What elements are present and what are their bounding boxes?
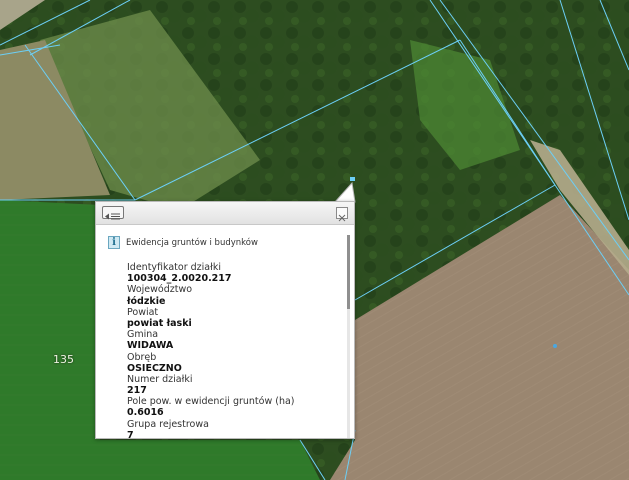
field-label: Pole pow. w ewidencji gruntów (ha) xyxy=(127,396,295,408)
field-value: WIDAWA xyxy=(127,340,174,352)
field-value: 0.6016 xyxy=(127,407,164,419)
field-label: Powiat xyxy=(127,306,159,318)
field-value: OSIECZNO xyxy=(127,362,182,374)
close-icon[interactable] xyxy=(336,207,348,222)
popup-body: i Ewidencja gruntów i budynków Identyfik… xyxy=(96,225,354,438)
popup-scrollbar-thumb[interactable] xyxy=(347,235,350,309)
popup-scrollbar[interactable] xyxy=(347,235,350,438)
layer-title: Ewidencja gruntów i budynków xyxy=(126,237,258,248)
field-label: Numer działki xyxy=(127,373,193,385)
field-label: Województwo xyxy=(127,284,193,296)
field-label: Gmina xyxy=(127,329,159,341)
popup-header xyxy=(96,202,354,225)
list-icon[interactable] xyxy=(102,206,124,220)
field-value: 7 xyxy=(127,429,134,438)
attribute-list: Identyfikator działki 100304_2.0020.217 … xyxy=(127,262,337,438)
field-label: Identyfikator działki xyxy=(127,262,221,273)
identify-popup: i Ewidencja gruntów i budynków Identyfik… xyxy=(95,201,355,439)
field-value: 100304_2.0020.217 xyxy=(127,273,232,285)
layer-title-row: i Ewidencja gruntów i budynków xyxy=(108,236,258,249)
parcel-number-label: 135 xyxy=(53,353,74,366)
field-value: łódzkie xyxy=(127,295,166,307)
field-label: Obręb xyxy=(127,351,157,363)
field-label: Grupa rejestrowa xyxy=(127,418,209,430)
selection-marker[interactable] xyxy=(350,177,355,181)
info-icon: i xyxy=(108,236,120,249)
point-marker[interactable] xyxy=(553,344,557,348)
field-value: 217 xyxy=(127,385,147,397)
field-value: powiat łaski xyxy=(127,317,192,329)
